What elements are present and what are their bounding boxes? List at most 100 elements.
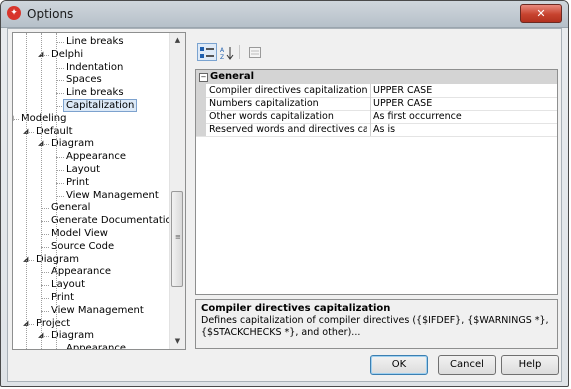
tree-connector bbox=[41, 221, 49, 223]
tree-item-label: Generate Documentation bbox=[51, 215, 171, 227]
options-tree[interactable]: Line breaks ◢ Delphi Indentation Spaces Line … bbox=[12, 32, 186, 350]
property-row[interactable]: Compiler directives capitalization UPPER… bbox=[196, 84, 557, 98]
svg-text:Z: Z bbox=[220, 54, 224, 60]
property-value[interactable]: UPPER CASE bbox=[370, 97, 557, 110]
tree-item-label: Model View bbox=[51, 228, 108, 239]
tree-item[interactable]: Capitalization bbox=[63, 99, 138, 112]
tree-connector bbox=[56, 42, 64, 43]
tree-scrollbar[interactable]: ▲ ≡ ▼ bbox=[169, 33, 185, 349]
row-gutter bbox=[196, 110, 206, 123]
tree-item[interactable]: Print bbox=[51, 291, 74, 304]
tree-connector bbox=[56, 157, 64, 159]
description-title: Compiler directives capitalization bbox=[201, 303, 391, 314]
svg-text:A: A bbox=[220, 47, 225, 54]
tree-item[interactable]: Indentation bbox=[66, 61, 123, 74]
title-bar: ✦ Options ✕ bbox=[1, 1, 568, 28]
description-text: Defines capitalization of compiler direc… bbox=[201, 315, 549, 338]
property-name: Numbers capitalization bbox=[209, 98, 319, 109]
tree-item-label: Source Code bbox=[51, 240, 115, 252]
property-row[interactable]: Reserved words and directives capitaliz … bbox=[196, 123, 557, 137]
tree-item[interactable]: Appearance bbox=[66, 342, 126, 349]
scroll-up-icon[interactable]: ▲ bbox=[170, 33, 185, 48]
tree-item-label: Diagram bbox=[51, 138, 94, 150]
tree-item-label: View Management bbox=[51, 304, 144, 316]
row-gutter bbox=[196, 84, 206, 97]
help-button[interactable]: Help bbox=[501, 355, 559, 375]
tree-item-label: Line breaks bbox=[66, 36, 124, 47]
tree-connector bbox=[56, 195, 64, 197]
tree-connector bbox=[56, 67, 64, 69]
tree-item[interactable]: View Management bbox=[66, 189, 159, 202]
app-icon: ✦ bbox=[7, 6, 21, 20]
tree-item[interactable]: Modeling bbox=[21, 112, 67, 125]
alphabetical-button[interactable]: A Z bbox=[217, 43, 237, 61]
tree-connector bbox=[41, 272, 49, 274]
tree-connector bbox=[56, 170, 64, 171]
options-dialog: ✦ Options ✕ Line breaks ◢ Delphi Indentatio… bbox=[0, 0, 569, 387]
expand-arrow-icon[interactable]: ◢ bbox=[13, 114, 15, 122]
tree-item-label: Capitalization bbox=[63, 99, 138, 112]
tree-connector bbox=[41, 208, 49, 210]
tree-guide-line bbox=[26, 33, 27, 349]
cancel-button[interactable]: Cancel bbox=[438, 355, 496, 375]
collapse-icon[interactable]: − bbox=[199, 73, 208, 82]
tree-item[interactable]: Diagram bbox=[51, 329, 94, 342]
tree-item[interactable]: Line breaks bbox=[66, 86, 124, 99]
tree-item-label: Print bbox=[66, 176, 90, 188]
tree-item[interactable]: Source Code bbox=[51, 240, 114, 253]
tree-connector bbox=[56, 182, 64, 184]
tree-connector bbox=[41, 285, 49, 287]
tree-item[interactable]: Generate Documentation bbox=[51, 214, 171, 227]
category-row[interactable]: − General bbox=[196, 70, 557, 84]
tree-connector bbox=[56, 93, 64, 95]
tree-item[interactable]: Line breaks bbox=[66, 35, 124, 48]
scroll-down-icon[interactable]: ▼ bbox=[170, 334, 185, 349]
tree-item-label: Diagram bbox=[51, 330, 94, 342]
tree-item-label: Modeling bbox=[21, 112, 67, 124]
property-name: Compiler directives capitalization bbox=[209, 85, 367, 96]
categorized-button[interactable] bbox=[197, 43, 217, 61]
tree-item[interactable]: Appearance bbox=[51, 265, 111, 278]
tree-item-label: Appearance bbox=[51, 266, 112, 278]
tree-item-label: Layout bbox=[66, 164, 100, 175]
categorized-icon bbox=[200, 47, 214, 58]
property-value[interactable]: As first occurrence bbox=[370, 110, 557, 123]
tree-item-label: Spaces bbox=[66, 74, 102, 86]
tree-item[interactable]: Model View bbox=[51, 227, 108, 240]
tree-item-label: Diagram bbox=[36, 253, 79, 265]
property-row[interactable]: Numbers capitalization UPPER CASE bbox=[196, 97, 557, 111]
tree-item[interactable]: View Management bbox=[51, 304, 144, 317]
tree-item[interactable]: Print bbox=[66, 176, 89, 189]
tree-item-label: Appearance bbox=[66, 151, 127, 163]
tree-item-label: Line breaks bbox=[66, 87, 124, 99]
property-row[interactable]: Other words capitalization As first occu… bbox=[196, 110, 557, 124]
row-gutter bbox=[196, 97, 206, 110]
tree-item[interactable]: Diagram bbox=[36, 253, 79, 266]
property-value[interactable]: UPPER CASE bbox=[370, 84, 557, 97]
tree-connector bbox=[41, 298, 49, 299]
tree-item[interactable]: Spaces bbox=[66, 73, 102, 86]
toolbar-separator bbox=[239, 45, 240, 59]
tree-item[interactable]: Appearance bbox=[66, 150, 126, 163]
tree-item[interactable]: Diagram bbox=[51, 137, 94, 150]
tree-item-label: Appearance bbox=[66, 343, 127, 349]
close-button[interactable]: ✕ bbox=[520, 4, 562, 23]
tree-connector bbox=[41, 246, 49, 248]
property-value[interactable]: As is bbox=[370, 123, 557, 136]
tree-item[interactable]: Layout bbox=[66, 163, 100, 176]
tree-item-label: View Management bbox=[66, 189, 159, 201]
description-panel: Compiler directives capitalization Defin… bbox=[195, 299, 558, 349]
tree-guide-line bbox=[41, 33, 42, 349]
sort-alphabetical-icon: A Z bbox=[220, 47, 234, 61]
property-pages-button[interactable] bbox=[245, 43, 265, 61]
dialog-client-area: Line breaks ◢ Delphi Indentation Spaces Line … bbox=[7, 28, 562, 382]
scroll-thumb[interactable]: ≡ bbox=[171, 191, 183, 287]
tree-item-label: Indentation bbox=[66, 61, 124, 73]
category-label: General bbox=[210, 71, 254, 82]
ok-button[interactable]: OK bbox=[370, 355, 428, 375]
window-title: Options bbox=[27, 7, 74, 21]
property-name: Reserved words and directives capitaliz bbox=[209, 124, 367, 135]
property-grid: − General Compiler directives capitaliza… bbox=[195, 69, 558, 295]
grip-icon: ≡ bbox=[175, 233, 181, 241]
tree-connector bbox=[41, 234, 49, 235]
